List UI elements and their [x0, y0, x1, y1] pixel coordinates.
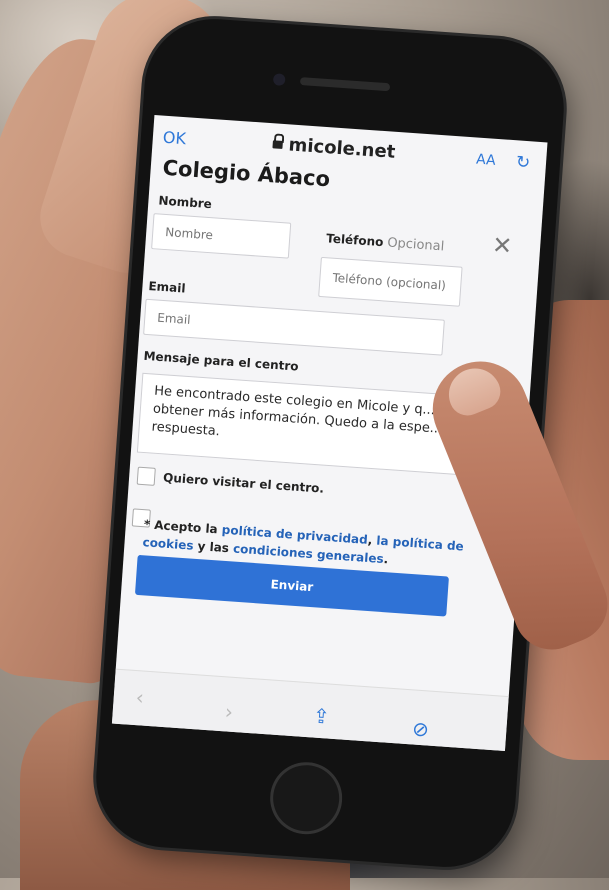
email-field[interactable] — [143, 298, 445, 356]
phone-label: Teléfono Opcional — [326, 231, 445, 254]
forward-icon[interactable]: › — [224, 699, 234, 723]
compass-icon[interactable]: ⊘ — [411, 716, 429, 741]
visit-checkbox[interactable] — [136, 466, 156, 486]
share-icon[interactable]: ⇪ — [312, 704, 330, 729]
earpiece-speaker — [299, 77, 391, 92]
name-field[interactable] — [151, 213, 292, 259]
email-label: Email — [148, 278, 186, 296]
home-button[interactable] — [267, 759, 345, 837]
back-icon[interactable]: ‹ — [135, 685, 145, 709]
safari-toolbar: ‹ › ⇪ ⊘ — [111, 668, 509, 751]
message-label: Mensaje para el centro — [143, 348, 300, 374]
phone-label-text: Teléfono — [325, 231, 384, 250]
ok-button[interactable]: OK — [162, 128, 186, 149]
close-icon[interactable]: ✕ — [491, 231, 513, 260]
privacy-suffix: . — [383, 552, 389, 567]
reload-icon[interactable]: ↻ — [515, 152, 531, 173]
url-display[interactable]: micole.net — [272, 133, 396, 163]
visit-checkbox-label: Quiero visitar el centro. — [162, 470, 325, 496]
url-text: micole.net — [287, 134, 396, 163]
privacy-sep-2: y las — [192, 538, 234, 556]
lock-icon — [272, 140, 283, 149]
privacy-prefix: * Acepto la — [143, 517, 223, 537]
front-camera — [272, 73, 286, 86]
name-label: Nombre — [158, 193, 213, 212]
phone-field[interactable] — [318, 256, 463, 307]
phone-optional-label: Opcional — [386, 235, 445, 255]
text-size-button[interactable]: AA — [476, 152, 497, 169]
